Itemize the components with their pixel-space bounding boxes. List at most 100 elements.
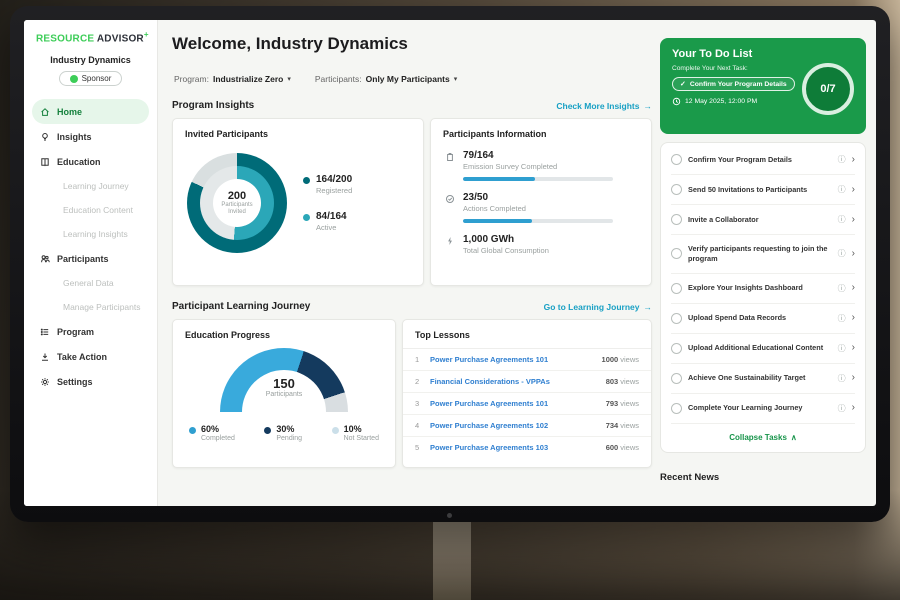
lesson-row[interactable]: 3 Power Purchase Agreements 101 793views [403, 393, 651, 415]
gauge-legend: 60% Completed 30% Pending 10% Not Star [173, 412, 395, 442]
sidebar-item-insights[interactable]: Insights [32, 124, 149, 149]
sidebar: RESOURCE ADVISOR+ Industry Dynamics Spon… [24, 20, 158, 506]
global-consumption-label: Total Global Consumption [463, 246, 549, 255]
sidebar-item-program[interactable]: Program [32, 319, 149, 344]
sidebar-item-label: Insights [57, 132, 92, 142]
task-row-upload-educational-content[interactable]: Upload Additional Educational Content ⓘ … [671, 334, 855, 364]
next-task-due-text: 12 May 2025, 12:00 PM [685, 98, 757, 105]
home-icon [40, 107, 50, 117]
emission-survey-value: 79/164 [463, 150, 613, 161]
chevron-right-icon[interactable]: › [852, 215, 855, 225]
chevron-right-icon[interactable]: › [852, 373, 855, 383]
sidebar-item-manage-participants[interactable]: Manage Participants [32, 295, 149, 319]
task-checkbox[interactable] [671, 283, 682, 294]
lesson-link[interactable]: Power Purchase Agreements 101 [430, 399, 598, 408]
go-to-learning-journey-link[interactable]: Go to Learning Journey → [544, 302, 652, 312]
task-checkbox[interactable] [671, 184, 682, 195]
sidebar-item-label: Manage Participants [63, 302, 141, 312]
task-checkbox[interactable] [671, 313, 682, 324]
info-icon[interactable]: ⓘ [838, 373, 846, 384]
pending-pct: 30% [276, 424, 302, 434]
check-more-insights-link[interactable]: Check More Insights → [556, 101, 652, 111]
sidebar-item-label: Program [57, 327, 94, 337]
task-label: Confirm Your Program Details [688, 155, 832, 165]
info-icon[interactable]: ⓘ [838, 154, 846, 165]
sidebar-item-learning-journey[interactable]: Learning Journey [32, 174, 149, 198]
sidebar-item-home[interactable]: Home [32, 99, 149, 124]
task-checkbox[interactable] [671, 214, 682, 225]
collapse-tasks-button[interactable]: Collapse Tasks ∧ [671, 424, 855, 450]
info-icon[interactable]: ⓘ [838, 403, 846, 414]
sidebar-item-general-data[interactable]: General Data [32, 271, 149, 295]
task-label: Complete Your Learning Journey [688, 403, 832, 413]
task-row-send-invitations[interactable]: Send 50 Invitations to Participants ⓘ › [671, 175, 855, 205]
lesson-views: 793 [606, 399, 619, 408]
chevron-right-icon[interactable]: › [852, 249, 855, 259]
chevron-right-icon[interactable]: › [852, 343, 855, 353]
sidebar-item-take-action[interactable]: Take Action [32, 344, 149, 369]
task-checkbox[interactable] [671, 154, 682, 165]
pending-label: Pending [276, 435, 302, 442]
task-label: Send 50 Invitations to Participants [688, 185, 832, 195]
task-row-explore-insights[interactable]: Explore Your Insights Dashboard ⓘ › [671, 274, 855, 304]
task-label: Upload Spend Data Records [688, 313, 832, 323]
participants-filter-label: Participants: [315, 74, 362, 84]
lesson-row[interactable]: 2 Financial Considerations - VPPAs 803vi… [403, 371, 651, 393]
task-row-upload-spend-data[interactable]: Upload Spend Data Records ⓘ › [671, 304, 855, 334]
power-led [447, 513, 452, 518]
chevron-right-icon[interactable]: › [852, 283, 855, 293]
lesson-link[interactable]: Power Purchase Agreements 101 [430, 355, 594, 364]
lesson-row[interactable]: 4 Power Purchase Agreements 102 734views [403, 415, 651, 437]
info-icon[interactable]: ⓘ [838, 214, 846, 225]
next-task-chip[interactable]: ✓ Confirm Your Program Details [672, 77, 795, 91]
task-checkbox[interactable] [671, 343, 682, 354]
not-started-label: Not Started [344, 435, 379, 442]
chevron-right-icon[interactable]: › [852, 313, 855, 323]
chevron-right-icon[interactable]: › [852, 403, 855, 413]
lesson-link[interactable]: Financial Considerations - VPPAs [430, 377, 598, 386]
sidebar-item-label: Participants [57, 254, 109, 264]
task-checkbox[interactable] [671, 403, 682, 414]
completed-label: Completed [201, 435, 235, 442]
chevron-right-icon[interactable]: › [852, 155, 855, 165]
task-checkbox[interactable] [671, 373, 682, 384]
task-row-invite-collaborator[interactable]: Invite a Collaborator ⓘ › [671, 205, 855, 235]
screen: RESOURCE ADVISOR+ Industry Dynamics Spon… [24, 20, 876, 506]
emission-survey-label: Emission Survey Completed [463, 162, 613, 171]
lesson-row[interactable]: 5 Power Purchase Agreements 103 600views [403, 437, 651, 458]
tasks-card: Confirm Your Program Details ⓘ › Send 50… [660, 142, 866, 453]
lesson-link[interactable]: Power Purchase Agreements 103 [430, 443, 598, 452]
sidebar-item-education-content[interactable]: Education Content [32, 198, 149, 222]
gauge-center: 150 Participants [220, 376, 348, 398]
sidebar-item-settings[interactable]: Settings [32, 369, 149, 394]
sidebar-item-learning-insights[interactable]: Learning Insights [32, 222, 149, 246]
sidebar-item-participants[interactable]: Participants [32, 246, 149, 271]
legend-item-not-started: 10% Not Started [332, 424, 379, 442]
stat-row-global-consumption: 1,000 GWh Total Global Consumption [431, 223, 651, 255]
org-name: Industry Dynamics [24, 55, 157, 65]
sidebar-item-label: Learning Insights [63, 229, 128, 239]
registered-dot-icon [303, 177, 310, 184]
chevron-right-icon[interactable]: › [852, 185, 855, 195]
info-icon[interactable]: ⓘ [838, 283, 846, 294]
info-icon[interactable]: ⓘ [838, 313, 846, 324]
task-row-confirm-program[interactable]: Confirm Your Program Details ⓘ › [671, 145, 855, 175]
sponsor-badge[interactable]: Sponsor [59, 71, 123, 86]
task-label: Invite a Collaborator [688, 215, 832, 225]
list-icon [40, 327, 50, 337]
info-icon[interactable]: ⓘ [838, 248, 846, 259]
task-row-verify-participants[interactable]: Verify participants requesting to join t… [671, 235, 855, 274]
lesson-link[interactable]: Power Purchase Agreements 102 [430, 421, 598, 430]
info-icon[interactable]: ⓘ [838, 343, 846, 354]
invited-participants-donut-chart: 200 Participants Invited [187, 153, 287, 253]
not-started-pct: 10% [344, 424, 379, 434]
sidebar-item-education[interactable]: Education [32, 149, 149, 174]
task-row-achieve-target[interactable]: Achieve One Sustainability Target ⓘ › [671, 364, 855, 394]
participants-filter-dropdown[interactable]: Participants: Only My Participants ▾ [315, 74, 457, 84]
program-filter-dropdown[interactable]: Program: Industrialize Zero ▾ [174, 74, 291, 84]
lesson-row[interactable]: 1 Power Purchase Agreements 101 1000view… [403, 349, 651, 371]
info-icon[interactable]: ⓘ [838, 184, 846, 195]
education-progress-gauge-chart: 150 Participants [220, 348, 348, 412]
task-checkbox[interactable] [671, 248, 682, 259]
task-row-complete-learning-journey[interactable]: Complete Your Learning Journey ⓘ › [671, 394, 855, 424]
